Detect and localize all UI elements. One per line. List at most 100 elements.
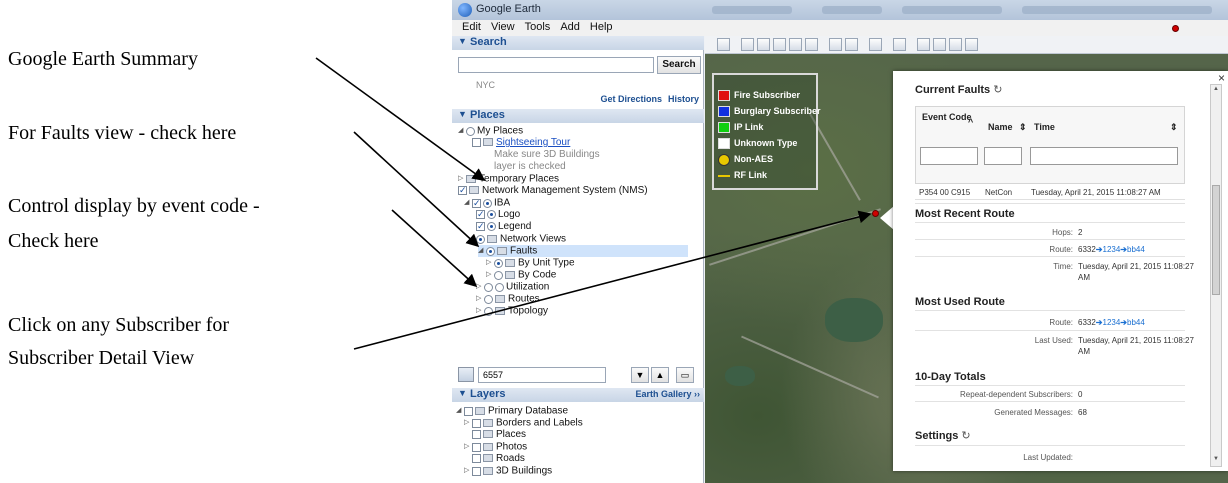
checkbox[interactable] [472, 442, 481, 452]
tree-item-temporary-places[interactable]: ▷ Temporary Places [458, 173, 559, 185]
tree-item-routes[interactable]: ▷ Routes [476, 293, 540, 305]
tree-item-nms[interactable]: Network Management System (NMS) [458, 184, 648, 197]
menu-tools[interactable]: Tools [515, 20, 551, 33]
search-button[interactable]: Search [657, 56, 701, 74]
col-time[interactable]: Time [1034, 122, 1055, 132]
popup-scrollbar[interactable]: ▲ ▼ [1210, 84, 1222, 467]
refresh-icon[interactable]: ↻ [961, 430, 970, 442]
radio[interactable] [484, 306, 493, 316]
sunlight-icon[interactable] [845, 38, 858, 51]
places-search-field[interactable]: 6557 [478, 367, 606, 383]
radio[interactable] [494, 270, 503, 280]
path-icon[interactable] [773, 38, 786, 51]
radio[interactable] [494, 258, 503, 268]
tree-item-iba[interactable]: ◢IBA [464, 197, 510, 209]
radio[interactable] [476, 234, 485, 244]
tree-item-faults[interactable]: ◢ Faults [478, 245, 688, 257]
layer-roads[interactable]: Roads [472, 453, 525, 465]
radio[interactable] [484, 294, 493, 304]
print-icon[interactable] [933, 38, 946, 51]
tree-item-legend[interactable]: Legend [476, 220, 531, 233]
sort-icon[interactable]: ⇕ [1019, 122, 1027, 133]
map-toolbar [705, 36, 1228, 54]
checkbox[interactable] [472, 453, 481, 463]
checkbox[interactable] [472, 197, 481, 209]
checkbox[interactable] [476, 220, 485, 232]
col-name[interactable]: Name [988, 122, 1013, 132]
route-link[interactable]: 1234 [1103, 318, 1121, 327]
tree-item-topology[interactable]: ▷ Topology [476, 305, 548, 317]
tree-item-sightseeing-tour[interactable]: Sightseeing Tour [472, 137, 570, 149]
layer-photos[interactable]: ▷ Photos [464, 441, 527, 453]
checkbox[interactable] [472, 429, 481, 439]
menu-add[interactable]: Add [550, 20, 580, 33]
tree-item-by-code[interactable]: ▷ By Code [486, 269, 556, 281]
ruler-icon[interactable] [893, 38, 906, 51]
folder-button[interactable]: ▭ [676, 367, 694, 383]
event-code-filter-input[interactable] [920, 147, 978, 165]
sidebar-toggle-icon[interactable] [717, 38, 730, 51]
subscriber-marker[interactable] [872, 210, 879, 217]
table-row[interactable]: P354 00 C915 NetCon Tuesday, April 21, 2… [915, 186, 1185, 200]
menu-edit[interactable]: Edit [452, 20, 481, 33]
checkbox[interactable] [464, 406, 473, 416]
scroll-down-icon[interactable]: ▼ [1212, 456, 1220, 465]
tree-item-network-views[interactable]: ◢ Network Views [468, 233, 566, 245]
layer-3d-buildings[interactable]: ▷ 3D Buildings [464, 465, 552, 477]
places-section-header[interactable]: ▼ Places [452, 109, 704, 123]
checkbox[interactable] [458, 184, 467, 196]
get-directions-link[interactable]: Get Directions [600, 94, 662, 104]
up-arrow-button[interactable]: ▲ [651, 367, 669, 383]
checkbox[interactable] [476, 208, 485, 220]
col-event-code[interactable]: Event Code [922, 112, 972, 123]
checkbox[interactable] [472, 418, 481, 428]
checkbox[interactable] [472, 466, 481, 476]
menu-view[interactable]: View [481, 20, 515, 33]
globe-icon [487, 209, 496, 219]
sort-icon[interactable]: ⇕ [1170, 122, 1178, 133]
sort-asc-icon[interactable]: ^ [968, 117, 973, 127]
subscriber-marker[interactable] [1172, 25, 1179, 32]
polygon-icon[interactable] [757, 38, 770, 51]
search-section-header[interactable]: ▼ Search [452, 36, 704, 50]
refresh-icon[interactable]: ↻ [993, 84, 1002, 96]
folder-icon [469, 186, 479, 195]
tree-item-utilization[interactable]: ▷ Utilization [476, 281, 549, 293]
email-icon[interactable] [917, 38, 930, 51]
scroll-thumb[interactable] [1212, 185, 1220, 295]
history-link[interactable]: History [668, 94, 699, 104]
maps-icon[interactable] [965, 38, 978, 51]
layer-places[interactable]: Places [472, 429, 526, 441]
route-link[interactable]: bb44 [1127, 245, 1145, 254]
name-filter-input[interactable] [984, 147, 1022, 165]
search-input[interactable] [458, 57, 654, 73]
overlay-icon[interactable] [789, 38, 802, 51]
expand-icon: ▷ [486, 271, 492, 278]
tree-item-by-unit-type[interactable]: ▷ By Unit Type [486, 257, 575, 269]
route-link[interactable]: bb44 [1127, 318, 1145, 327]
tour-icon[interactable] [805, 38, 818, 51]
roads-icon [483, 454, 493, 463]
scroll-up-icon[interactable]: ▲ [1212, 86, 1220, 95]
placemark-icon[interactable] [741, 38, 754, 51]
planets-icon[interactable] [869, 38, 882, 51]
close-icon[interactable]: × [1218, 71, 1225, 85]
earth-gallery-button[interactable]: Earth Gallery ›› [635, 389, 700, 399]
globe-icon [466, 126, 475, 136]
panel-icon[interactable] [458, 367, 474, 382]
layers-section-header[interactable]: ▼ Layers Earth Gallery ›› [452, 388, 704, 402]
expand-icon: ▷ [464, 443, 470, 450]
route-label: Route: [1049, 245, 1073, 254]
down-arrow-button[interactable]: ▼ [631, 367, 649, 383]
radio[interactable] [484, 282, 493, 292]
save-image-icon[interactable] [949, 38, 962, 51]
route-link[interactable]: 1234 [1103, 245, 1121, 254]
radio[interactable] [486, 246, 495, 256]
layer-primary-database[interactable]: ◢ Primary Database [456, 405, 568, 417]
tree-item-my-places[interactable]: ◢ My Places [458, 125, 523, 137]
checkbox[interactable] [472, 137, 481, 147]
layer-borders-labels[interactable]: ▷ Borders and Labels [464, 417, 583, 429]
history-icon[interactable] [829, 38, 842, 51]
time-filter-input[interactable] [1030, 147, 1178, 165]
menu-help[interactable]: Help [580, 20, 613, 33]
